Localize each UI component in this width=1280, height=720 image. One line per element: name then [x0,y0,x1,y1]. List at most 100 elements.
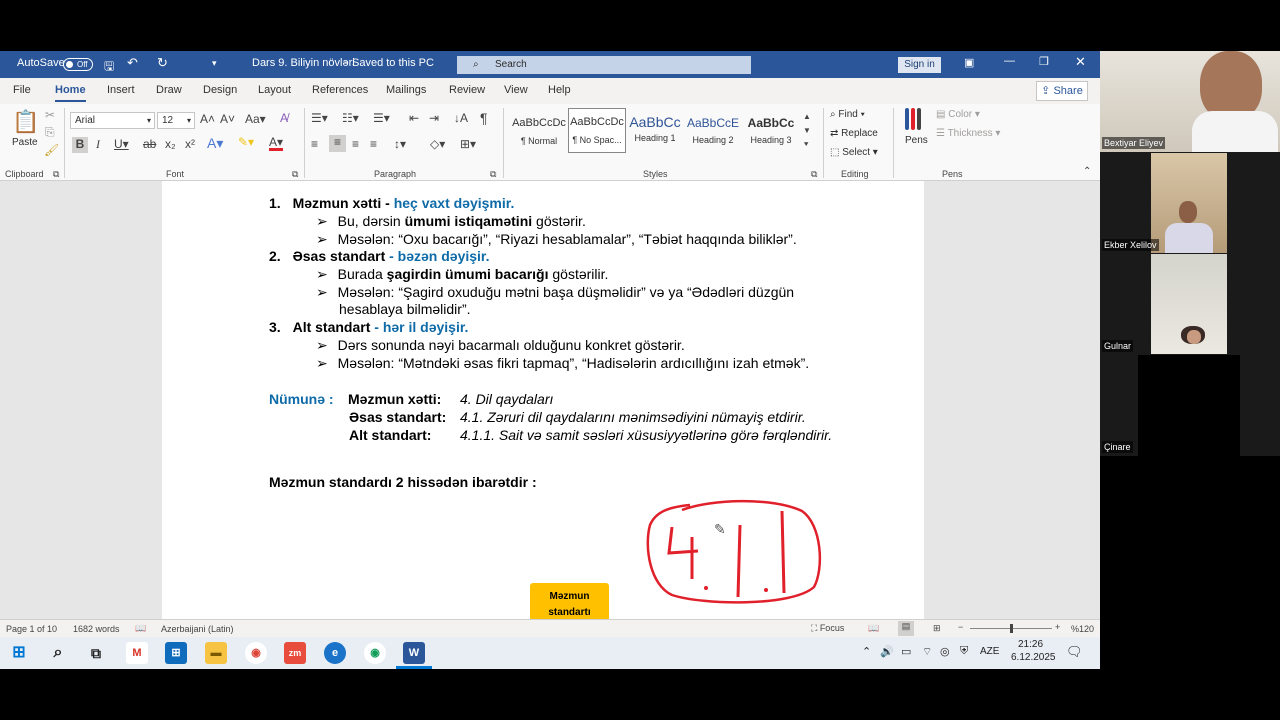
style-heading-2[interactable]: AaBbCcE Heading 2 [684,110,742,155]
zoom-out-icon[interactable]: − [958,622,963,632]
keyboard-language[interactable]: AZE [980,646,999,657]
font-color-icon[interactable]: A▾ [269,135,283,149]
participant-tile[interactable]: Ekber Xelilov [1100,153,1280,253]
paste-label[interactable]: Paste [12,137,38,148]
participant-tile[interactable]: Çinare [1100,355,1280,456]
battery-icon[interactable]: ▭ [901,645,911,658]
close-icon[interactable]: ✕ [1075,54,1086,70]
redo-icon[interactable]: ↻ [157,55,168,71]
borders-icon[interactable]: ⊞▾ [460,137,476,151]
clock-date[interactable]: 6.12.2025 [1011,652,1056,663]
tab-help[interactable]: Help [548,84,571,96]
word-icon[interactable]: W [403,642,425,664]
style-normal[interactable]: AaBbCcDc ¶ Normal [510,110,568,155]
subscript-icon[interactable]: x₂ [165,137,176,151]
save-icon[interactable]: 🖫 [104,57,114,78]
font-name-select[interactable]: Arial ▾ [70,112,155,129]
language-indicator[interactable]: Azerbaijani (Latin) [161,624,234,634]
search-icon[interactable]: ⌕ [47,642,69,664]
tray-chevron-icon[interactable]: ⌃ [862,645,871,658]
style-heading-1[interactable]: AaBbCc Heading 1 [626,110,684,155]
security-icon[interactable]: ⛨ [960,645,968,658]
increase-indent-icon[interactable]: ⇥ [429,111,439,125]
styles-scroll-down-icon[interactable]: ▼ [803,126,811,135]
underline-icon[interactable]: U▾ [114,137,129,151]
styles-scroll-up-icon[interactable]: ▲ [803,112,811,121]
autosave-toggle[interactable]: Off [63,58,93,71]
document-page[interactable]: 1. Məzmun xətti - heç vaxt dəyişmir. ➢ B… [162,181,924,619]
copy-icon[interactable]: ⎘ [45,125,55,140]
bold-icon[interactable]: B [72,137,88,153]
zoom-level[interactable]: %120 [1071,624,1094,634]
multilevel-list-icon[interactable]: ☰▾ [373,111,390,125]
line-spacing-icon[interactable]: ↕▾ [394,137,406,151]
styles-dialog-icon[interactable]: ⧉ [811,169,817,180]
pens-label[interactable]: Pens [905,135,928,146]
chrome-profile-icon[interactable]: ◉ [364,642,386,664]
wifi-icon[interactable]: ⌔ [922,645,932,659]
page-count[interactable]: Page 1 of 10 [6,624,57,634]
tab-draw[interactable]: Draw [156,84,182,96]
grow-font-icon[interactable]: A˄ [200,112,215,126]
tab-design[interactable]: Design [203,84,237,96]
chrome-icon[interactable]: ◉ [245,642,267,664]
zoom-slider-thumb[interactable] [1010,624,1013,633]
text-effects-icon[interactable]: A▾ [207,135,223,152]
decrease-indent-icon[interactable]: ⇤ [409,111,419,125]
change-case-icon[interactable]: Aa▾ [245,112,266,126]
cut-icon[interactable]: ✂ [45,108,55,122]
paragraph-dialog-icon[interactable]: ⧉ [490,169,496,180]
zoom-slider[interactable] [970,624,1052,633]
zoom-in-icon[interactable]: + [1055,622,1060,632]
justify-icon[interactable]: ≡ [370,137,377,151]
share-button[interactable]: ⇪ Share [1036,81,1088,101]
italic-icon[interactable]: I [96,137,100,152]
find-button[interactable]: ⌕ Find ▾ [830,109,865,120]
format-painter-icon[interactable]: 🖌 [44,143,59,157]
align-center-icon[interactable]: ≡ [329,135,346,152]
focus-button[interactable]: ⛶ Focus [811,623,844,634]
clock-time[interactable]: 21:26 [1018,639,1043,650]
tab-references[interactable]: References [312,84,368,96]
numbering-icon[interactable]: ☷▾ [342,111,359,125]
edge-icon[interactable]: e [324,642,346,664]
superscript-icon[interactable]: x² [185,137,195,151]
style-no-spacing[interactable]: AaBbCcDc ¶ No Spac... [568,108,626,153]
customize-toolbar-icon[interactable]: ▾ [212,58,217,69]
zoom-app-icon[interactable]: zm [284,642,306,664]
restore-icon[interactable]: ❐ [1039,55,1049,68]
minimize-icon[interactable]: — [1004,55,1015,67]
collapse-ribbon-icon[interactable]: ⌃ [1083,166,1091,177]
word-count[interactable]: 1682 words [73,624,120,634]
web-layout-icon[interactable]: ⊞ [933,623,941,634]
clear-formatting-icon[interactable]: A̸ [280,111,288,125]
tab-review[interactable]: Review [449,84,485,96]
store-icon[interactable]: ⊞ [165,642,187,664]
proofing-icon[interactable]: 📖 [135,623,146,634]
tab-view[interactable]: View [504,84,528,96]
tab-file[interactable]: File [13,84,31,96]
highlight-icon[interactable]: ✎▾ [238,135,254,149]
tab-insert[interactable]: Insert [107,84,135,96]
paste-icon[interactable]: 📋 [12,109,39,135]
show-formatting-icon[interactable]: ¶ [480,110,488,126]
align-left-icon[interactable]: ≡ [311,137,318,151]
search-box[interactable]: ⌕ Search [457,56,751,74]
read-mode-icon[interactable]: 📖 [868,623,879,634]
task-view-icon[interactable]: ⧉ [85,642,107,664]
participant-tile[interactable]: Gulnar [1100,254,1280,354]
shading-icon[interactable]: ◇▾ [430,137,445,151]
file-explorer-icon[interactable]: ▬ [205,642,227,664]
volume-icon[interactable]: 🔊 [880,645,894,658]
save-status[interactable]: Saved to this PC [352,57,434,69]
clipboard-dialog-icon[interactable]: ⧉ [53,169,59,180]
bullets-icon[interactable]: ☰▾ [311,111,328,125]
location-icon[interactable]: ◎ [940,645,950,658]
tab-layout[interactable]: Layout [258,84,291,96]
styles-more-icon[interactable]: ⯆ [803,140,809,150]
notifications-icon[interactable]: 🗨 [1066,644,1083,660]
print-layout-icon[interactable]: ▤ [898,621,914,636]
shrink-font-icon[interactable]: A˅ [220,112,235,126]
align-right-icon[interactable]: ≡ [352,137,359,151]
participant-tile[interactable]: Bextiyar Eliyev [1100,51,1280,152]
